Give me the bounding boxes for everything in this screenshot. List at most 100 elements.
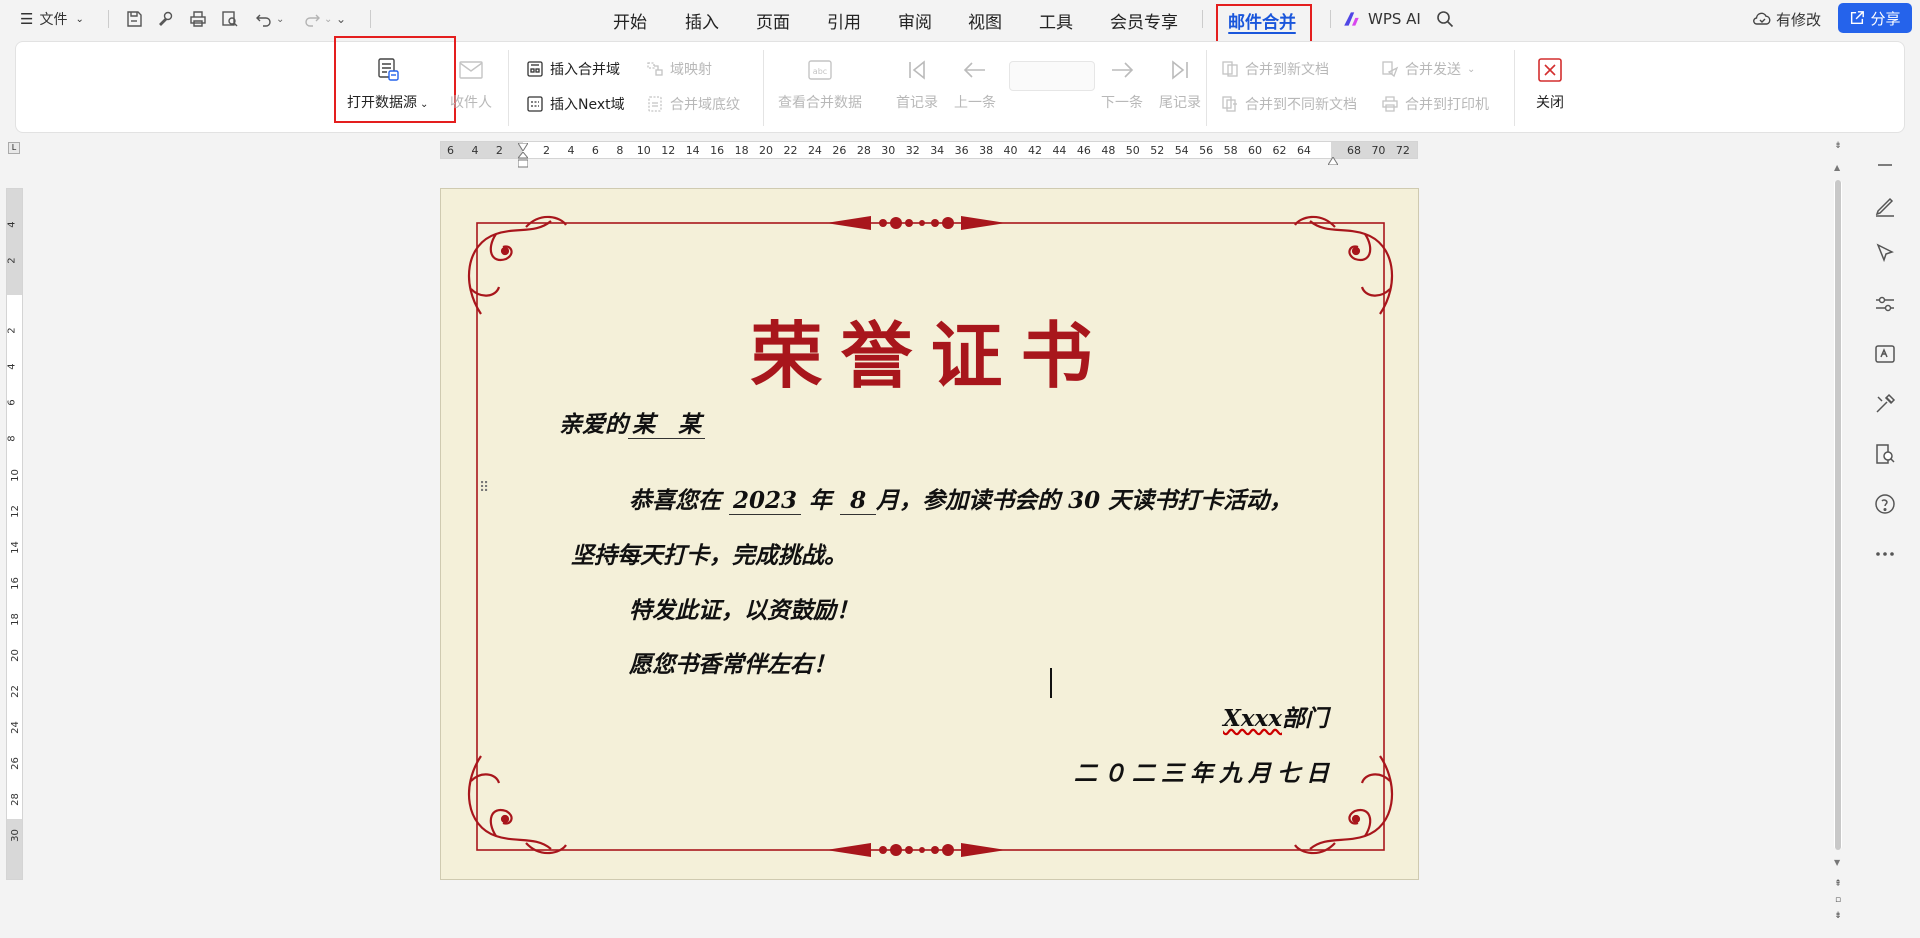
body-line-4: 愿您书香常伴左右！ [629,651,836,678]
next-record-button[interactable]: 下一条 [1101,56,1143,112]
vertical-ruler-tick-label: 2 [6,257,18,264]
pen-icon[interactable] [1872,193,1898,219]
adjust-sliders-icon[interactable] [1872,291,1898,317]
send-icon [1382,61,1399,78]
right-indent-marker[interactable] [1327,150,1339,166]
merge-to-printer-label: 合并到打印机 [1405,97,1489,113]
last-record-icon [1172,60,1188,80]
merge-send-label: 合并发送 [1405,62,1461,78]
scroll-up-arrow-icon[interactable]: ▲ [1834,163,1840,172]
tab-view[interactable]: 视图 [968,8,1002,33]
chevron-down-icon: ⌄ [75,13,84,25]
drag-handle-icon[interactable]: ⠿ [479,481,491,504]
highlight-box-mail-merge [1216,4,1312,46]
tools-icon[interactable] [1872,391,1898,417]
department-line: Xxxx部门 [1223,699,1328,733]
collapse-icon[interactable] [1872,152,1898,178]
redo-icon[interactable] [300,7,324,31]
ruler-tick-label: 32 [905,144,920,157]
merge-send-button[interactable]: 合并发送 ⌄ [1381,59,1475,79]
record-number-input[interactable] [1009,61,1095,91]
ribbon-divider [1514,50,1515,126]
wps-ai-button[interactable]: WPS AI [1342,7,1421,31]
highlight-box-open-datasource [334,36,456,123]
first-line-indent-marker[interactable] [517,136,529,152]
share-button[interactable]: 分享 [1838,3,1912,33]
wps-ai-label: WPS AI [1368,10,1421,28]
divider [370,10,371,28]
merge-to-different-docs-button[interactable]: 合并到不同新文档 [1221,94,1357,114]
ruler-tick-label: 4 [567,144,575,157]
tab-home[interactable]: 开始 [613,8,647,33]
tab-stop-selector[interactable]: L [8,142,20,154]
split-view-icon[interactable]: ⇟ [1832,141,1844,155]
ruler-tick-label: 10 [636,144,651,157]
arrow-left-icon [963,62,985,78]
merge-to-new-doc-label: 合并到新文档 [1245,62,1329,78]
vertical-ruler[interactable]: 4 2 2 4 6 8 10 12 14 16 18 20 22 24 26 28 30 [6,188,23,880]
vertical-ruler-tick-label: 4 [6,363,18,370]
view-merged-data-button[interactable]: abc 查看合并数据 [778,56,862,112]
ruler-tick-label: 2 [495,144,503,157]
chevron-down-icon: ⌄ [1467,63,1476,75]
ruler-tick-label: 4 [471,144,479,157]
issue-date: 二０二三年九月七日 [1074,760,1335,787]
format-painter-icon[interactable] [154,7,178,31]
print-icon[interactable] [186,7,210,31]
horizontal-ruler[interactable]: 6 4 2 2 4 6 8 10 12 14 16 18 20 22 24 26 28 30 32 34 36 38 40 4… [440,141,1418,168]
recipients-button[interactable]: 收件人 [450,56,492,112]
scroll-down-arrow-icon[interactable]: ▼ [1834,858,1840,867]
tab-references[interactable]: 引用 [827,8,861,33]
department-name: Xxxx [1223,705,1282,732]
modified-status[interactable]: 有修改 [1752,7,1821,31]
save-icon[interactable] [122,7,146,31]
insert-merge-field-label: 插入合并域 [550,62,620,78]
tab-review[interactable]: 审阅 [898,8,932,33]
search-icon[interactable] [1433,7,1457,31]
ruler-tick-label: 44 [1052,144,1067,157]
scrollbar-thumb[interactable] [1835,180,1841,850]
select-cursor-icon[interactable] [1872,241,1898,267]
merge-to-printer-button[interactable]: 合并到打印机 [1381,94,1489,114]
document-search-icon[interactable] [1872,441,1898,467]
redo-dropdown-icon[interactable]: ⌄ [324,7,332,31]
close-button[interactable]: 关闭 [1536,56,1564,112]
insert-next-icon [527,96,543,112]
ruler-top-margin [7,189,22,295]
field-mapping-button[interactable]: 域映射 [646,59,712,79]
ruler-tick-label: 38 [979,144,994,157]
insert-next-field-button[interactable]: 插入Next域 [526,94,625,114]
print-preview-icon[interactable] [218,7,242,31]
recipient-name-field[interactable]: 某 某 [628,411,705,439]
page-navigation-icons[interactable]: ⇞ ▫ ⇟ [1832,876,1844,924]
tab-page[interactable]: 页面 [756,8,790,33]
merge-to-new-doc-button[interactable]: 合并到新文档 [1221,59,1329,79]
undo-icon[interactable] [252,7,276,31]
body-line-2: 坚持每天打卡，完成挑战。 [571,542,847,569]
more-options-icon[interactable] [1872,541,1898,567]
hanging-indent-marker[interactable] [516,151,530,170]
ruler-tick-label: 64 [1296,144,1311,157]
file-menu[interactable]: ☰ 文件 ⌄ [20,7,84,31]
last-record-button[interactable]: 尾记录 [1159,56,1201,112]
ribbon-divider [763,50,764,126]
ruler-tick-label: 54 [1174,144,1189,157]
arrow-right-icon [1112,62,1134,78]
more-quick-access-icon[interactable]: ⌄ [336,7,346,31]
help-icon[interactable] [1872,491,1898,517]
document-page[interactable]: 荣誉证书 亲爱的某 某 ⠿ 恭喜您在 2023 年 8 月，参加读书会的 30 天… [440,188,1419,880]
insert-merge-field-button[interactable]: 插入合并域 [526,59,620,79]
tab-tools[interactable]: 工具 [1039,8,1073,33]
first-record-button[interactable]: 首记录 [896,56,938,112]
tab-insert[interactable]: 插入 [685,8,719,33]
merge-field-shading-button[interactable]: 合并域底纹 [646,94,740,114]
month-field[interactable]: 8 [840,487,877,515]
prev-record-button[interactable]: 上一条 [954,56,996,112]
undo-dropdown-icon[interactable]: ⌄ [276,7,284,31]
translate-icon[interactable] [1872,341,1898,367]
ruler-tick-label: 36 [954,144,969,157]
vertical-scrollbar[interactable] [1834,180,1842,850]
tab-member[interactable]: 会员专享 [1110,8,1178,33]
year-field[interactable]: 2023 [729,487,802,515]
ruler-tick-label: 68 [1347,144,1361,157]
